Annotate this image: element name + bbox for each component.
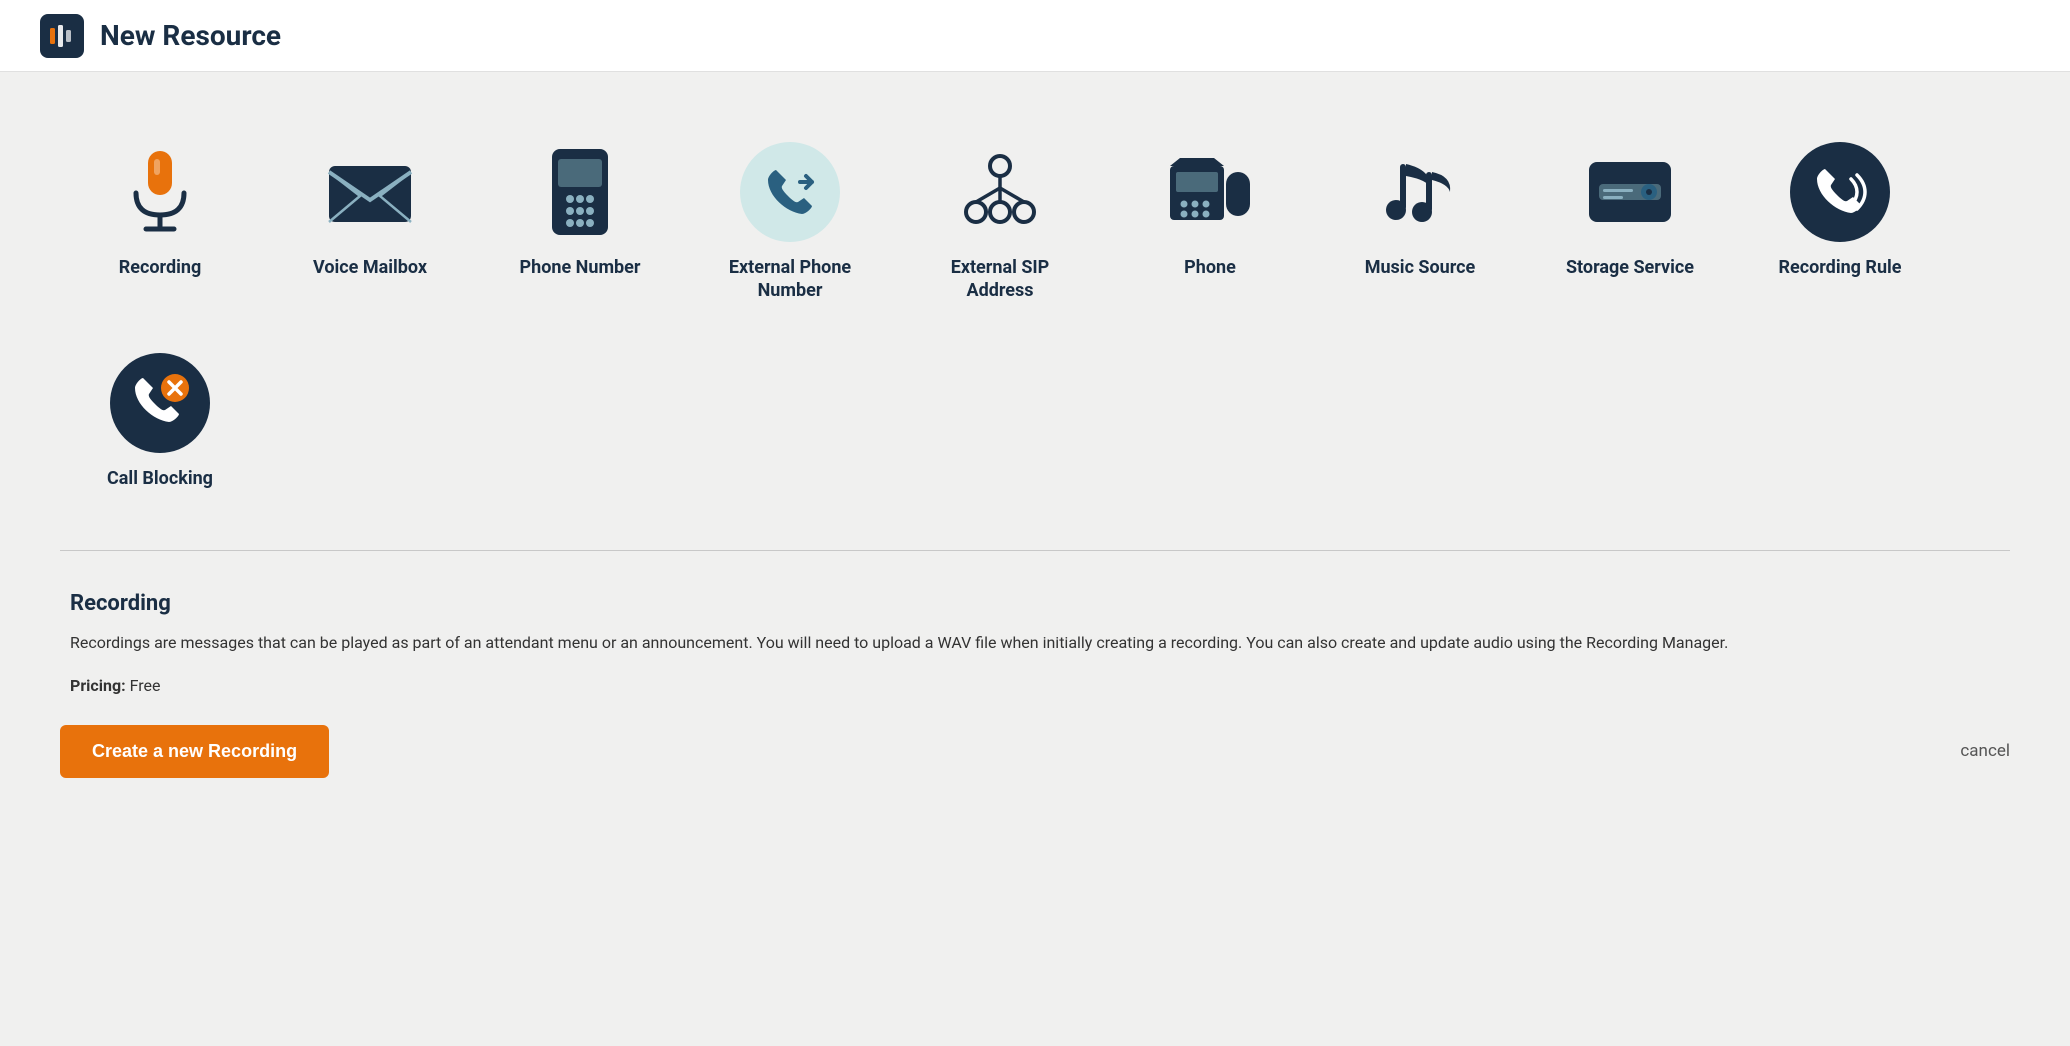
- network-tree-icon: [950, 142, 1050, 242]
- page-title: New Resource: [100, 19, 281, 52]
- pricing-label: Pricing:: [70, 676, 126, 695]
- pricing-info: Pricing: Free: [70, 676, 2000, 695]
- envelope-icon: [320, 142, 420, 242]
- bottom-action-row: Create a new Recording cancel: [60, 725, 2010, 778]
- resource-item-phone-number[interactable]: Phone Number: [480, 122, 680, 323]
- resource-label-voice-mailbox: Voice Mailbox: [313, 256, 427, 279]
- resource-item-recording[interactable]: Recording: [60, 122, 260, 323]
- page-header: New Resource: [0, 0, 2070, 72]
- desk-phone-icon: [1160, 142, 1260, 242]
- music-note-icon: [1370, 142, 1470, 242]
- resource-item-phone[interactable]: Phone: [1110, 122, 1310, 323]
- resource-label-phone: Phone: [1184, 256, 1236, 279]
- main-content: Recording Voice Mailbox: [0, 72, 2070, 1046]
- phone-arrow-icon: [740, 142, 840, 242]
- resource-item-external-phone-number[interactable]: External Phone Number: [690, 122, 890, 323]
- resource-label-storage-service: Storage Service: [1566, 256, 1694, 279]
- phone-waves-icon: [1790, 142, 1890, 242]
- resource-label-external-sip-address: External SIP Address: [916, 256, 1084, 303]
- resource-label-recording: Recording: [119, 256, 202, 279]
- phone-x-icon: [110, 353, 210, 453]
- pricing-value: Free: [130, 676, 161, 695]
- create-recording-button[interactable]: Create a new Recording: [60, 725, 329, 778]
- description-section: Recording Recordings are messages that c…: [60, 591, 2010, 695]
- description-text: Recordings are messages that can be play…: [70, 630, 1870, 656]
- microphone-icon: [110, 142, 210, 242]
- resource-item-external-sip-address[interactable]: External SIP Address: [900, 122, 1100, 323]
- resource-item-storage-service[interactable]: Storage Service: [1530, 122, 1730, 323]
- resource-item-recording-rule[interactable]: Recording Rule: [1740, 122, 1940, 323]
- resource-item-music-source[interactable]: Music Source: [1320, 122, 1520, 323]
- resource-item-call-blocking[interactable]: Call Blocking: [60, 333, 260, 510]
- resource-label-recording-rule: Recording Rule: [1778, 256, 1901, 279]
- cancel-link[interactable]: cancel: [1960, 741, 2010, 761]
- app-logo: [40, 14, 84, 58]
- hard-drive-icon: [1580, 142, 1680, 242]
- resource-label-music-source: Music Source: [1365, 256, 1476, 279]
- resource-label-call-blocking: Call Blocking: [107, 467, 213, 490]
- section-divider: [60, 550, 2010, 551]
- phone-dialpad-icon: [530, 142, 630, 242]
- resource-label-external-phone-number: External Phone Number: [706, 256, 874, 303]
- resource-grid: Recording Voice Mailbox: [60, 122, 2010, 510]
- description-title: Recording: [70, 591, 2000, 616]
- resource-item-voice-mailbox[interactable]: Voice Mailbox: [270, 122, 470, 323]
- resource-label-phone-number: Phone Number: [520, 256, 641, 279]
